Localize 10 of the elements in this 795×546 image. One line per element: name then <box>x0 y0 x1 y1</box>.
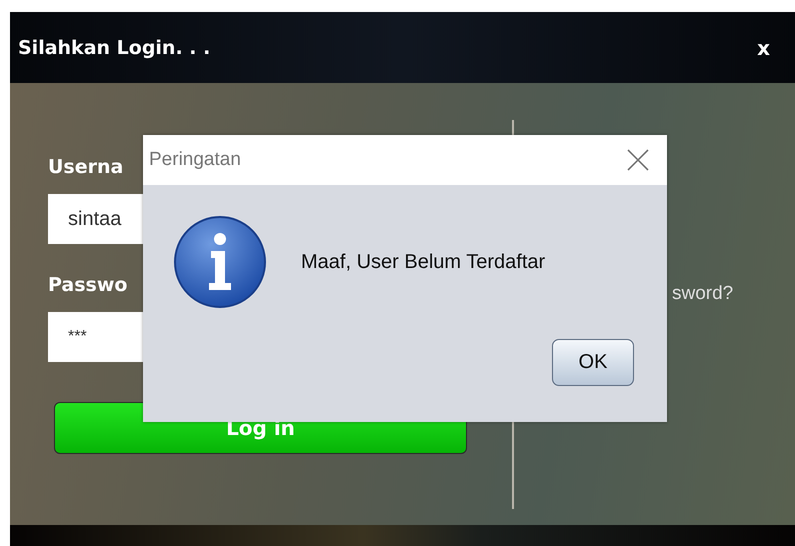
username-label: Userna <box>48 156 124 180</box>
password-label: Passwo <box>48 274 128 298</box>
close-button[interactable]: x <box>757 36 770 60</box>
close-icon[interactable] <box>627 149 649 171</box>
dialog-message: Maaf, User Belum Terdaftar <box>301 250 546 274</box>
info-icon <box>173 215 267 309</box>
ok-button[interactable]: OK <box>552 339 634 386</box>
window-title: Silahkan Login. . . <box>18 36 210 58</box>
forgot-password-link[interactable]: sword? <box>672 283 734 304</box>
dialog-title: Peringatan <box>149 149 241 171</box>
